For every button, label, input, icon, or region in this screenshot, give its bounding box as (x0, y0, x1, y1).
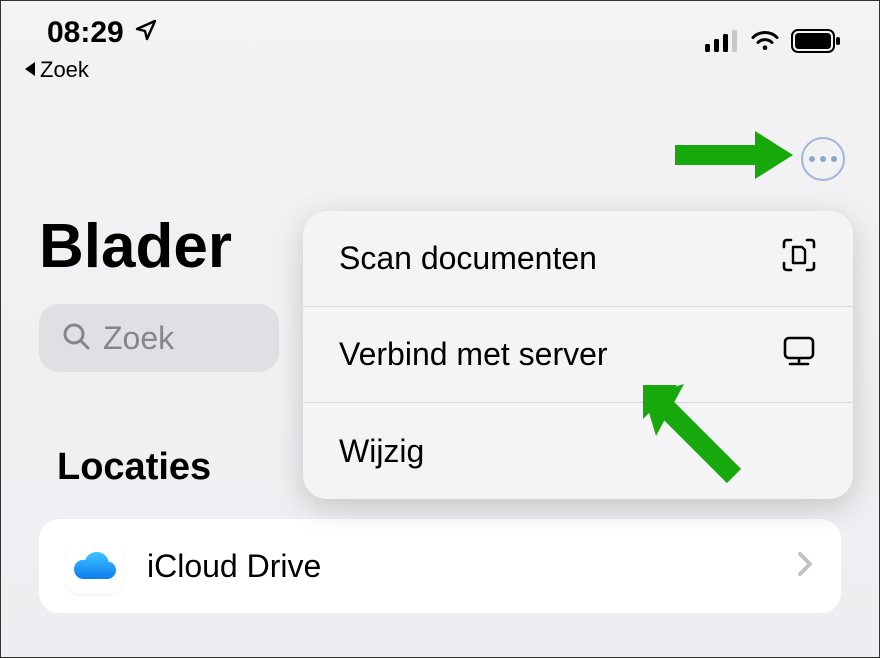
status-indicators (705, 9, 841, 58)
back-triangle-icon (23, 57, 36, 83)
locations-list: iCloud Drive (39, 519, 841, 613)
menu-item-connect-server[interactable]: Verbind met server (303, 307, 853, 403)
server-icon (781, 333, 817, 377)
annotation-arrow (629, 371, 749, 496)
wifi-icon (749, 29, 781, 58)
menu-item-label: Verbind met server (339, 336, 608, 373)
location-icon (134, 16, 158, 50)
list-item-label: iCloud Drive (147, 548, 773, 585)
status-time-group: 08:29 (47, 16, 158, 50)
menu-item-label: Wijzig (339, 433, 424, 470)
status-bar: 08:29 (1, 1, 879, 49)
status-time: 08:29 (47, 16, 124, 50)
menu-item-label: Scan documenten (339, 240, 597, 277)
list-item-icloud[interactable]: iCloud Drive (39, 519, 841, 613)
menu-item-scan-documents[interactable]: Scan documenten (303, 211, 853, 307)
more-button[interactable] (801, 137, 845, 181)
search-placeholder: Zoek (103, 320, 174, 357)
search-icon (61, 321, 91, 356)
annotation-arrow (675, 127, 795, 188)
icloud-icon (67, 538, 123, 594)
scan-document-icon (781, 237, 817, 281)
battery-icon (791, 29, 841, 58)
search-input[interactable]: Zoek (39, 304, 279, 372)
menu-item-edit[interactable]: Wijzig (303, 403, 853, 499)
more-icon (809, 156, 837, 162)
popover-menu: Scan documenten Verbind met server Wijzi… (303, 211, 853, 499)
cellular-icon (705, 30, 739, 57)
back-link-label: Zoek (40, 57, 89, 83)
back-link[interactable]: Zoek (1, 57, 879, 83)
chevron-right-icon (797, 551, 813, 582)
